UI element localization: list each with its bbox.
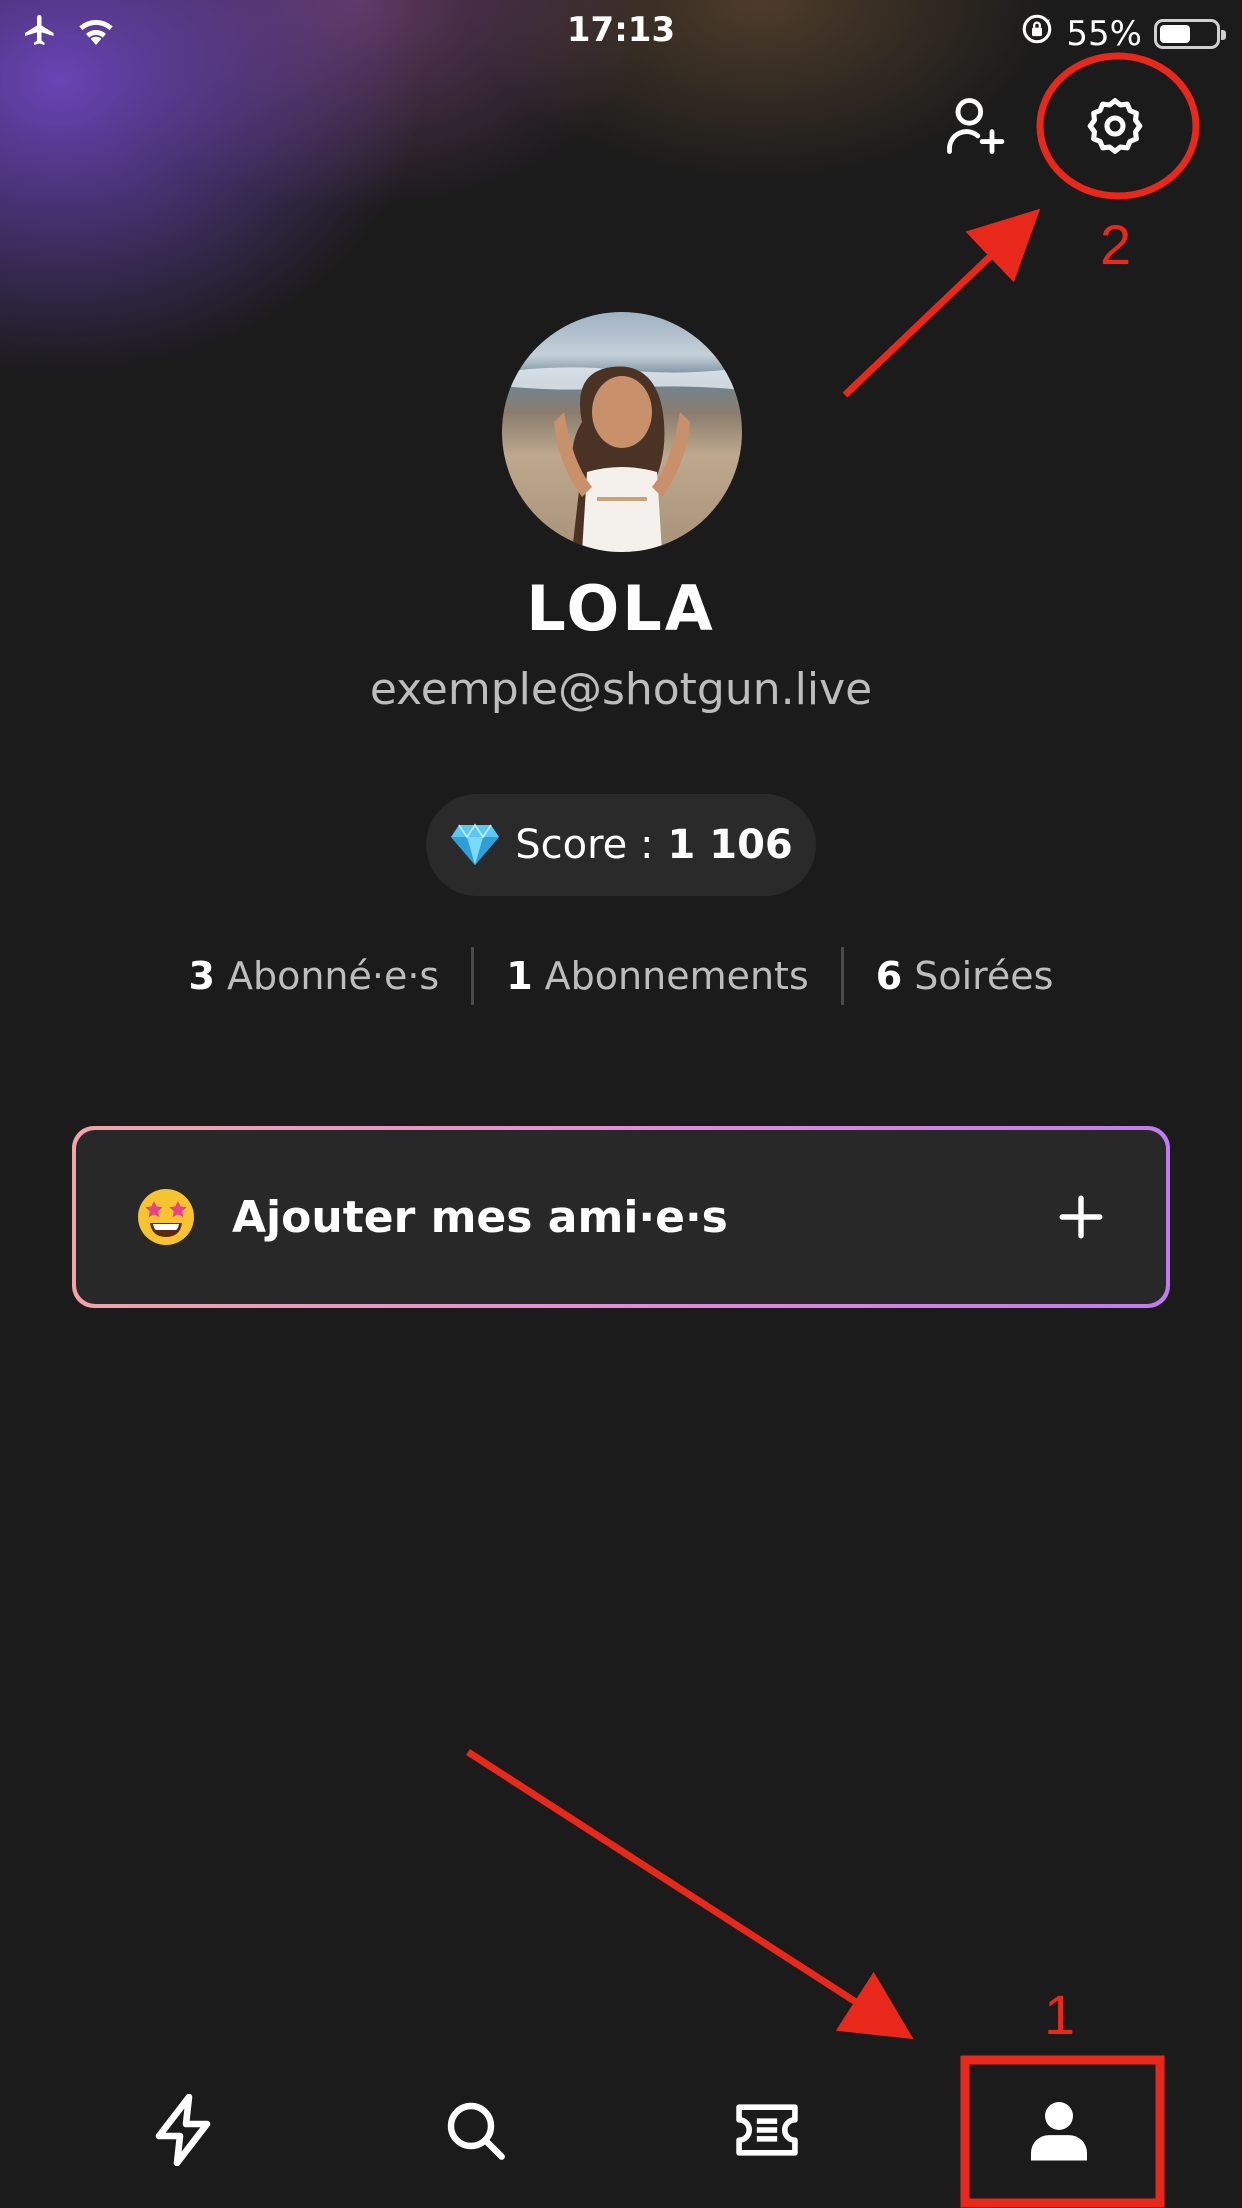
profile-icon — [1031, 2102, 1087, 2161]
add-friend-icon — [947, 98, 1005, 154]
profile-stats: 3 Abonné·e·s 1 Abonnements 6 Soirées — [0, 944, 1242, 1008]
star-struck-emoji-icon — [138, 1189, 194, 1245]
battery-percent: 55% — [1066, 13, 1142, 54]
avatar-photo — [502, 366, 742, 552]
rotation-lock-icon — [1020, 12, 1054, 55]
feed-icon — [155, 2094, 211, 2166]
stat-count: 3 — [188, 954, 215, 998]
user-name: LOLA — [526, 572, 716, 645]
settings-button[interactable] — [1079, 90, 1151, 162]
arrow-to-settings — [842, 208, 1041, 398]
stat-label: Soirées — [914, 954, 1054, 998]
add-friend-button[interactable] — [939, 90, 1011, 162]
annotation-step-1: 1 — [1044, 1983, 1076, 2046]
stat-following[interactable]: 1 Abonnements — [474, 954, 841, 998]
stat-label: Abonné·e·s — [226, 954, 440, 998]
stat-label: Abonnements — [544, 954, 809, 998]
add-friends-label: Ajouter mes ami·e·s — [232, 1191, 728, 1243]
score-badge[interactable]: Score : 1 106 — [426, 794, 816, 896]
ticket-icon — [736, 2104, 798, 2156]
search-icon — [447, 2102, 505, 2160]
tab-feed[interactable] — [133, 2080, 233, 2180]
add-friends-inner: Ajouter mes ami·e·s — [76, 1130, 1166, 1304]
stat-count: 1 — [506, 954, 533, 998]
user-email: exemple@shotgun.live — [369, 664, 873, 715]
tab-search[interactable] — [425, 2080, 525, 2180]
avatar[interactable] — [502, 312, 742, 552]
battery-icon — [1154, 18, 1226, 49]
tab-bar — [0, 2080, 1242, 2180]
tab-profile[interactable] — [1009, 2080, 1109, 2180]
diamond-icon — [451, 823, 500, 865]
annotation-step-2: 2 — [1100, 213, 1132, 276]
stat-count: 6 — [875, 954, 903, 998]
settings-icon — [1087, 98, 1143, 154]
arrow-to-profile-tab — [466, 1749, 914, 2040]
score-label: Score : — [515, 822, 654, 868]
status-bar: 17:13 55% — [0, 0, 1242, 62]
tab-tickets[interactable] — [717, 2080, 817, 2180]
stat-events[interactable]: 6 Soirées — [844, 954, 1086, 998]
stat-followers[interactable]: 3 Abonné·e·s — [157, 954, 472, 998]
add-friends-button[interactable]: Ajouter mes ami·e·s — [72, 1126, 1170, 1308]
battery-level — [1160, 24, 1190, 43]
battery-tip — [1221, 29, 1226, 40]
status-right: 55% — [1020, 12, 1226, 55]
plus-icon — [1059, 1195, 1103, 1239]
score-value: 1 106 — [667, 822, 793, 868]
